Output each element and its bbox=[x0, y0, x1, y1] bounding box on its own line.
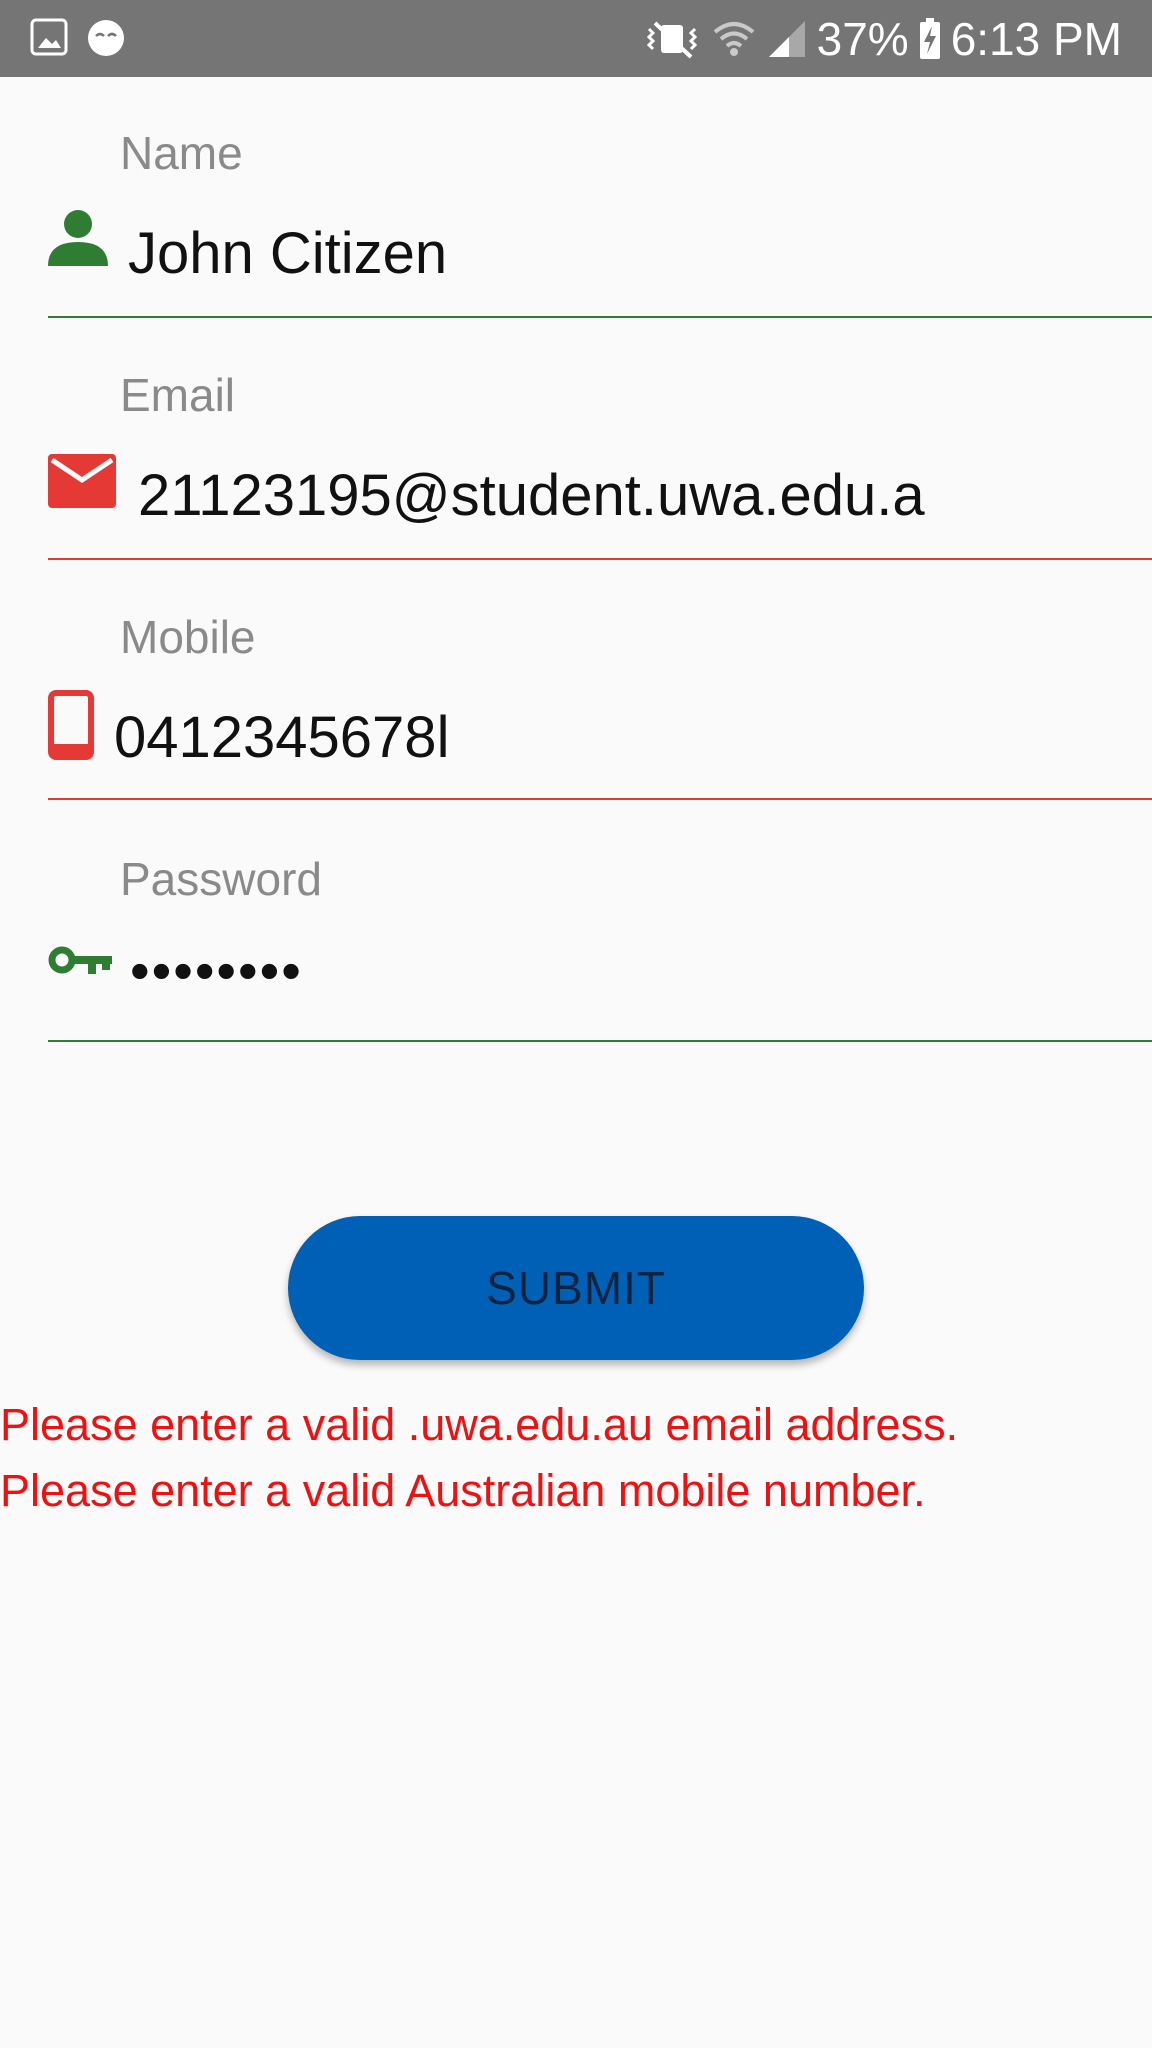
mobile-field[interactable]: Mobile 0412345678l bbox=[48, 604, 1152, 804]
signal-icon bbox=[767, 19, 807, 59]
person-icon bbox=[48, 208, 108, 272]
submit-button[interactable]: SUBMIT bbox=[288, 1216, 864, 1360]
email-error: Please enter a valid .uwa.edu.au email a… bbox=[0, 1399, 959, 1450]
email-field[interactable]: Email 21123195@student.uwa.edu.a bbox=[48, 362, 1152, 562]
name-underline bbox=[48, 316, 1152, 318]
mobile-underline bbox=[48, 798, 1152, 800]
email-underline bbox=[48, 558, 1152, 560]
key-icon bbox=[48, 946, 112, 986]
name-label: Name bbox=[120, 127, 243, 179]
gallery-icon bbox=[30, 18, 68, 60]
wifi-icon bbox=[711, 18, 757, 60]
error-messages: Please enter a valid .uwa.edu.au email a… bbox=[0, 1392, 958, 1524]
battery-percent: 37% bbox=[816, 12, 909, 65]
password-input[interactable]: •••••••• bbox=[130, 938, 303, 1003]
email-input[interactable]: 21123195@student.uwa.edu.a bbox=[138, 462, 925, 529]
emoji-icon bbox=[86, 18, 126, 62]
password-field[interactable]: Password •••••••• bbox=[48, 846, 1152, 1046]
status-indicators: 37% 6:13 PM bbox=[643, 0, 1122, 77]
password-underline bbox=[48, 1040, 1152, 1042]
password-label: Password bbox=[120, 853, 322, 905]
phone-icon bbox=[48, 690, 94, 764]
status-bar: 37% 6:13 PM bbox=[0, 0, 1152, 77]
email-label: Email bbox=[120, 369, 236, 421]
email-icon bbox=[48, 454, 116, 512]
battery-charging-icon bbox=[919, 17, 941, 60]
name-input[interactable]: John Citizen bbox=[128, 220, 447, 287]
mobile-label: Mobile bbox=[120, 611, 256, 663]
clock: 6:13 PM bbox=[950, 12, 1122, 65]
name-field[interactable]: Name John Citizen bbox=[48, 120, 1152, 320]
mute-vibrate-icon bbox=[643, 19, 701, 59]
mobile-error: Please enter a valid Australian mobile n… bbox=[0, 1465, 926, 1516]
mobile-input[interactable]: 0412345678l bbox=[114, 704, 449, 771]
